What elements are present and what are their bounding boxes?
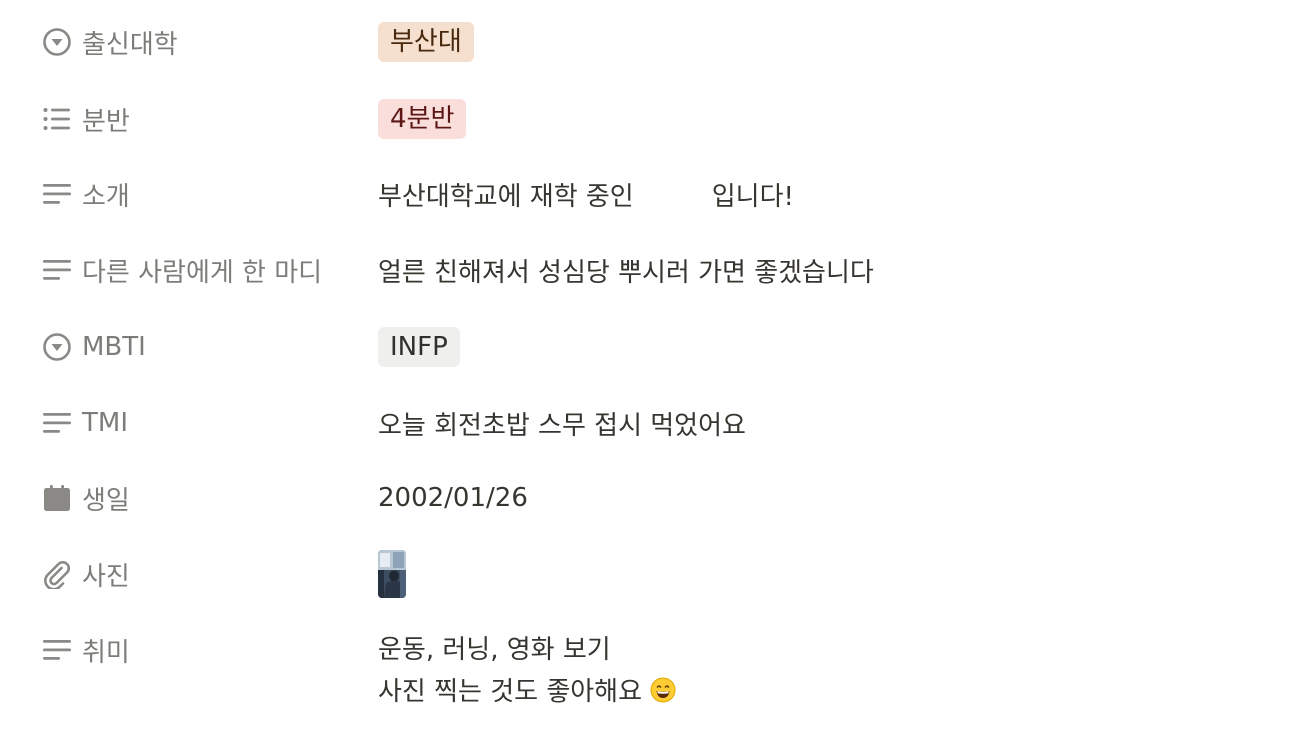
property-row-hobby: 취미 운동, 러닝, 영화 보기 사진 찍는 것도 좋아해요 xyxy=(0,620,1302,716)
property-label: 다른 사람에게 한 마디 xyxy=(82,257,323,288)
property-label: 생일 xyxy=(82,485,130,516)
property-label: 출신대학 xyxy=(82,29,178,60)
property-label: 분반 xyxy=(82,106,130,137)
university-tag[interactable]: 부산대 xyxy=(378,22,474,62)
property-name-intro[interactable]: 소개 xyxy=(42,164,130,224)
property-label: MBTI xyxy=(82,332,146,362)
property-name-message[interactable]: 다른 사람에게 한 마디 xyxy=(42,240,322,300)
text-lines-icon xyxy=(42,255,72,285)
select-circle-icon xyxy=(42,332,72,362)
photo-thumbnail[interactable] xyxy=(378,550,406,598)
property-value-mbti[interactable]: INFP xyxy=(378,317,460,377)
property-name-photo[interactable]: 사진 xyxy=(42,544,130,604)
mbti-tag[interactable]: INFP xyxy=(378,327,460,367)
property-value-hobby[interactable]: 운동, 러닝, 영화 보기 사진 찍는 것도 좋아해요 xyxy=(378,629,676,713)
property-value-photo[interactable] xyxy=(378,544,406,604)
property-name-tmi[interactable]: TMI xyxy=(42,393,128,453)
property-name-university[interactable]: 출신대학 xyxy=(42,12,178,72)
property-value-class[interactable]: 4분반 xyxy=(378,89,467,149)
intro-text-part2: 입니다! xyxy=(711,181,794,212)
birthday-date: 2002/01/26 xyxy=(378,483,528,513)
property-name-birthday[interactable]: 생일 xyxy=(42,468,130,528)
property-value-birthday[interactable]: 2002/01/26 xyxy=(378,468,528,528)
property-label: 사진 xyxy=(82,561,130,592)
paperclip-icon xyxy=(42,559,72,589)
hobby-line-1: 운동, 러닝, 영화 보기 xyxy=(378,635,611,665)
tmi-text: 오늘 회전초밥 스무 접시 먹었어요 xyxy=(378,410,746,441)
hobby-line-2-wrap: 사진 찍는 것도 좋아해요 xyxy=(378,671,676,713)
text-lines-icon xyxy=(42,179,72,209)
grinning-face-emoji xyxy=(650,674,676,703)
property-label: 소개 xyxy=(82,181,130,212)
property-row-photo: 사진 xyxy=(0,544,1302,604)
property-list: 출신대학 부산대 분반 4분반 소개 부산대학교에 재학 중인 입니다! 다른 … xyxy=(0,0,1302,736)
property-value-university[interactable]: 부산대 xyxy=(378,12,474,72)
text-lines-icon xyxy=(42,635,72,665)
multi-select-list-icon xyxy=(42,104,72,134)
property-value-tmi[interactable]: 오늘 회전초밥 스무 접시 먹었어요 xyxy=(378,393,746,453)
property-row-class: 분반 4분반 xyxy=(0,89,1302,149)
property-name-hobby[interactable]: 취미 xyxy=(42,620,130,680)
hobby-line-2: 사진 찍는 것도 좋아해요 xyxy=(378,677,642,707)
property-row-tmi: TMI 오늘 회전초밥 스무 접시 먹었어요 xyxy=(0,393,1302,453)
text-lines-icon xyxy=(42,408,72,438)
property-label: TMI xyxy=(82,408,128,438)
property-name-class[interactable]: 분반 xyxy=(42,89,130,149)
calendar-icon xyxy=(42,483,72,513)
property-name-mbti[interactable]: MBTI xyxy=(42,317,146,377)
intro-text-part1: 부산대학교에 재학 중인 xyxy=(378,181,634,212)
property-row-university: 출신대학 부산대 xyxy=(0,12,1302,72)
message-text: 얼른 친해져서 성심당 뿌시러 가면 좋겠습니다 xyxy=(378,257,874,288)
property-row-birthday: 생일 2002/01/26 xyxy=(0,468,1302,528)
property-value-intro[interactable]: 부산대학교에 재학 중인 입니다! xyxy=(378,164,794,224)
property-row-intro: 소개 부산대학교에 재학 중인 입니다! xyxy=(0,164,1302,224)
property-row-mbti: MBTI INFP xyxy=(0,317,1302,377)
select-circle-icon xyxy=(42,27,72,57)
property-label: 취미 xyxy=(82,637,130,668)
class-tag[interactable]: 4분반 xyxy=(378,99,467,139)
property-value-message[interactable]: 얼른 친해져서 성심당 뿌시러 가면 좋겠습니다 xyxy=(378,240,874,300)
property-row-message: 다른 사람에게 한 마디 얼른 친해져서 성심당 뿌시러 가면 좋겠습니다 xyxy=(0,240,1302,300)
